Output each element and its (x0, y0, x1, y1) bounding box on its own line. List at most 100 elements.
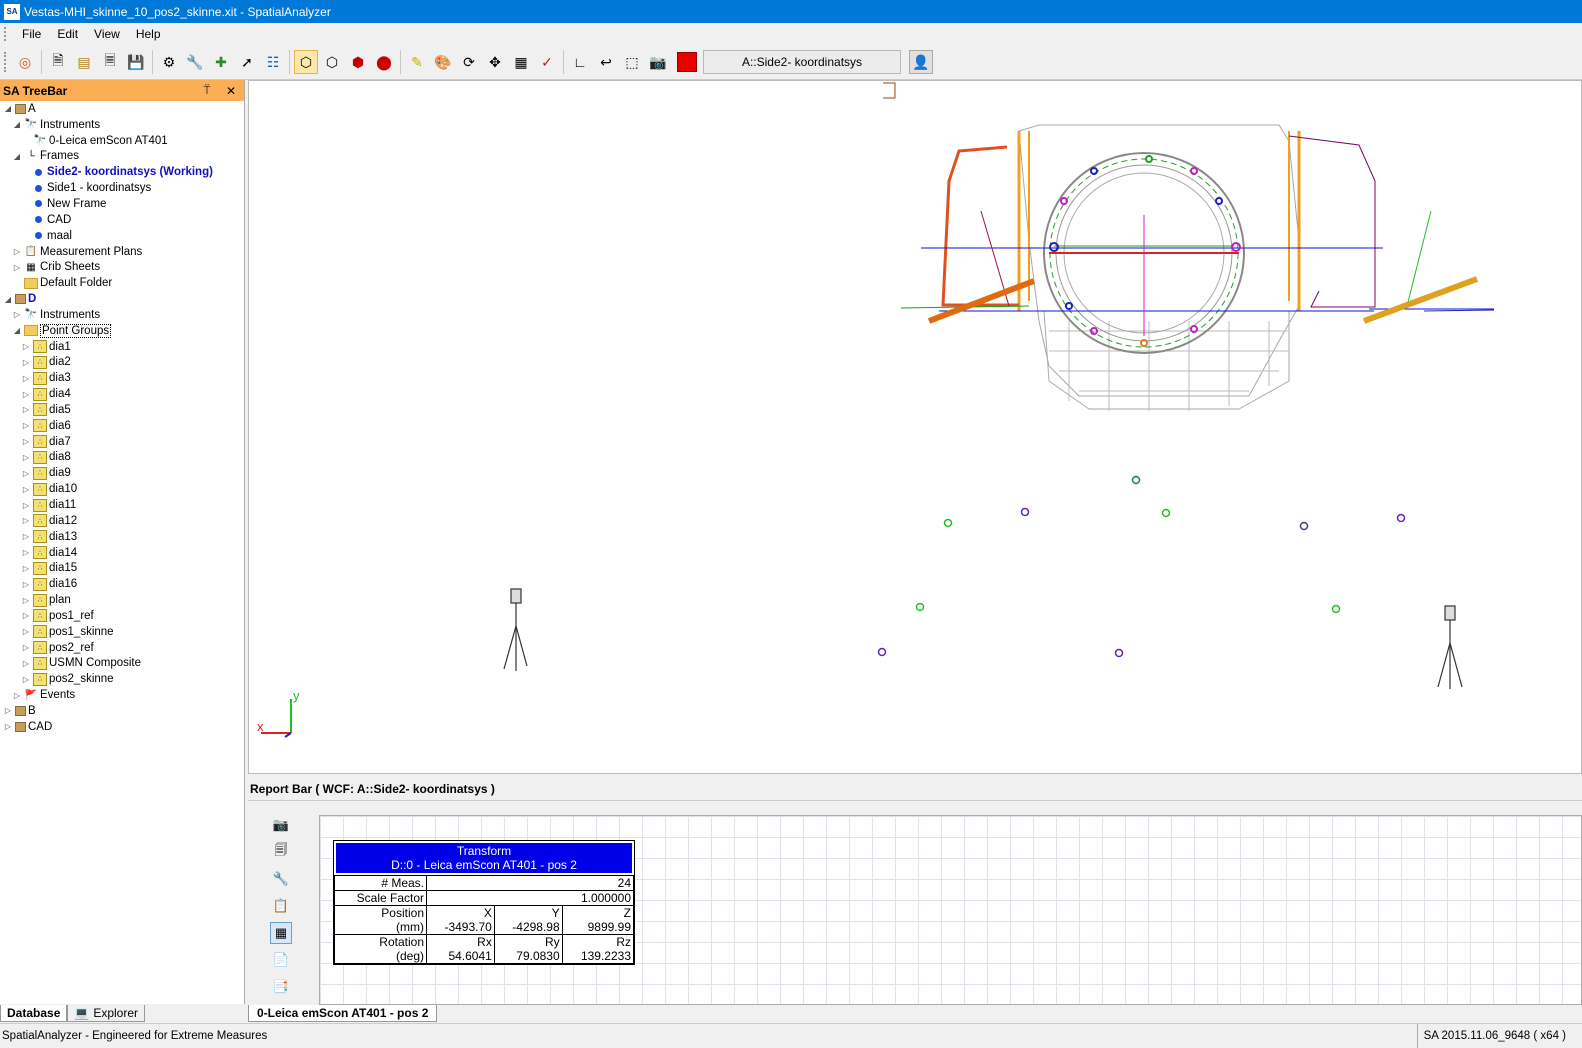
expand-icon[interactable]: ▷ (21, 485, 31, 494)
tree-item[interactable]: Side2- koordinatsys (Working) (0, 164, 244, 180)
highlight-icon[interactable]: ✎ (405, 50, 429, 74)
expand-icon[interactable]: ▷ (21, 627, 31, 636)
expand-icon[interactable]: ▷ (21, 548, 31, 557)
expand-icon[interactable]: ▷ (21, 675, 31, 684)
select-box-icon[interactable]: ⬚ (620, 50, 644, 74)
tree-item[interactable]: ▷ CAD (0, 719, 244, 735)
expand-icon[interactable]: ▷ (12, 263, 22, 272)
tree-item[interactable]: ▷ ∴ dia7 (0, 434, 244, 450)
new-document-icon[interactable]: 🗎 (46, 50, 70, 74)
tree-item[interactable]: New Frame (0, 196, 244, 212)
frame-selector[interactable]: A::Side2- koordinatsys (703, 50, 901, 74)
tree-item[interactable]: ▷ ∴ pos2_skinne (0, 671, 244, 687)
expand-icon[interactable]: ▷ (21, 469, 31, 478)
save-icon[interactable]: 💾 (124, 50, 148, 74)
expand-icon[interactable]: ▷ (21, 580, 31, 589)
expand-icon[interactable]: ▷ (21, 390, 31, 399)
wireframe-cube-icon[interactable]: ⬡ (294, 50, 318, 74)
tab-report-pos2[interactable]: 0-Leica emScon AT401 - pos 2 (248, 1005, 438, 1022)
tree-item[interactable]: ▷ ∴ dia15 (0, 560, 244, 576)
collapse-icon[interactable]: ◢ (3, 295, 13, 304)
tab-explorer[interactable]: 💻 Explorer (67, 1005, 146, 1022)
save-as-icon[interactable]: 🗏 (98, 50, 122, 74)
tree-item[interactable]: ▷ 🚩 Events (0, 687, 244, 703)
report-canvas[interactable]: Transform D::0 - Leica emScon AT401 - po… (319, 815, 1582, 1032)
pin-icon[interactable]: ⍡ (198, 83, 216, 98)
tree-item[interactable]: ▷ ∴ dia6 (0, 418, 244, 434)
tree-item[interactable]: ◢ Point Groups (0, 323, 244, 339)
expand-icon[interactable]: ▷ (12, 247, 22, 256)
expand-icon[interactable]: ▷ (21, 342, 31, 351)
tree-item[interactable]: ▷ ▦ Crib Sheets (0, 259, 244, 275)
expand-icon[interactable]: ▷ (21, 596, 31, 605)
report-template-icon[interactable]: ▦ (270, 922, 292, 944)
expand-icon[interactable]: ▷ (21, 405, 31, 414)
tree-item[interactable]: ▷ ∴ dia8 (0, 450, 244, 466)
expand-icon[interactable]: ▷ (3, 706, 13, 715)
solid-red-cube-icon[interactable]: ⬢ (346, 50, 370, 74)
tree-item[interactable]: ▷ ∴ dia12 (0, 513, 244, 529)
tree-item[interactable]: ◢ A (0, 101, 244, 117)
pick-icon[interactable]: ✓ (535, 50, 559, 74)
tree-item[interactable]: Side1 - koordinatsys (0, 180, 244, 196)
tree-item[interactable]: ◢ 🔭 Instruments (0, 117, 244, 133)
tree-item[interactable]: ▷ ∴ plan (0, 592, 244, 608)
camera-icon[interactable]: 📷 (270, 814, 292, 836)
tree-item[interactable]: ◢ D (0, 291, 244, 307)
tree-item[interactable]: ▷ ∴ dia9 (0, 465, 244, 481)
expand-icon[interactable]: ▷ (21, 516, 31, 525)
tree-item[interactable]: ▷ ∴ dia1 (0, 339, 244, 355)
tree-item[interactable]: ▷ ∴ pos1_skinne (0, 624, 244, 640)
user-icon[interactable]: 👤 (909, 50, 933, 74)
tree-item[interactable]: ▷ ∴ USMN Composite (0, 656, 244, 672)
menu-edit[interactable]: Edit (49, 27, 86, 41)
collapse-icon[interactable]: ◢ (12, 152, 22, 161)
tree-item[interactable]: ▷ ∴ dia2 (0, 355, 244, 371)
expand-icon[interactable]: ▷ (12, 691, 22, 700)
menu-file[interactable]: File (14, 27, 49, 41)
close-icon[interactable]: ✕ (222, 84, 240, 98)
expand-icon[interactable]: ▷ (3, 722, 13, 731)
measure-icon[interactable]: ➚ (235, 50, 259, 74)
tree-item[interactable]: ◢ └ Frames (0, 149, 244, 165)
tree-item[interactable]: ▷ ∴ pos1_ref (0, 608, 244, 624)
frame-axes-icon[interactable]: ∟ (568, 50, 592, 74)
menu-help[interactable]: Help (128, 27, 169, 41)
active-color-swatch[interactable] (677, 52, 697, 72)
tree-item[interactable]: ▷ B (0, 703, 244, 719)
tree-item[interactable]: ▷ ∴ dia11 (0, 497, 244, 513)
gear-icon[interactable]: ⚙ (157, 50, 181, 74)
tree-item[interactable]: ▷ ∴ pos2_ref (0, 640, 244, 656)
collapse-icon[interactable]: ◢ (12, 326, 22, 335)
snapshot-icon[interactable]: ↩ (594, 50, 618, 74)
report-list-icon[interactable]: 📄 (270, 949, 292, 971)
menu-view[interactable]: View (86, 27, 128, 41)
expand-icon[interactable]: ▷ (21, 532, 31, 541)
collapse-icon[interactable]: ◢ (12, 120, 22, 129)
expand-icon[interactable]: ▷ (21, 453, 31, 462)
report-check-icon[interactable]: 📋 (270, 895, 292, 917)
tree-item[interactable]: Default Folder (0, 275, 244, 291)
outline-cube-icon[interactable]: ⬡ (320, 50, 344, 74)
collapse-icon[interactable]: ◢ (3, 104, 13, 113)
tree-item[interactable]: ▷ 🔭 Instruments (0, 307, 244, 323)
pan-icon[interactable]: ✥ (483, 50, 507, 74)
tree-item[interactable]: ▷ ∴ dia13 (0, 529, 244, 545)
tab-database[interactable]: Database (0, 1005, 68, 1022)
tree-item[interactable]: ▷ ∴ dia10 (0, 481, 244, 497)
lifebuoy-icon[interactable]: ◎ (13, 50, 37, 74)
copy-icon[interactable]: 🗐 (270, 841, 292, 863)
expand-icon[interactable]: ▷ (21, 659, 31, 668)
expand-icon[interactable]: ▷ (21, 358, 31, 367)
palette-icon[interactable]: 🎨 (431, 50, 455, 74)
tree-item[interactable]: CAD (0, 212, 244, 228)
expand-icon[interactable]: ▷ (12, 310, 22, 319)
view-dropdown-icon[interactable]: ▦ (509, 50, 533, 74)
expand-icon[interactable]: ▷ (21, 501, 31, 510)
expand-icon[interactable]: ▷ (21, 374, 31, 383)
wrench-icon[interactable]: 🔧 (270, 868, 292, 890)
3d-viewport[interactable]: x y (248, 80, 1582, 774)
add-instrument-icon[interactable]: ✚ (209, 50, 233, 74)
expand-icon[interactable]: ▷ (21, 643, 31, 652)
expand-icon[interactable]: ▷ (21, 421, 31, 430)
